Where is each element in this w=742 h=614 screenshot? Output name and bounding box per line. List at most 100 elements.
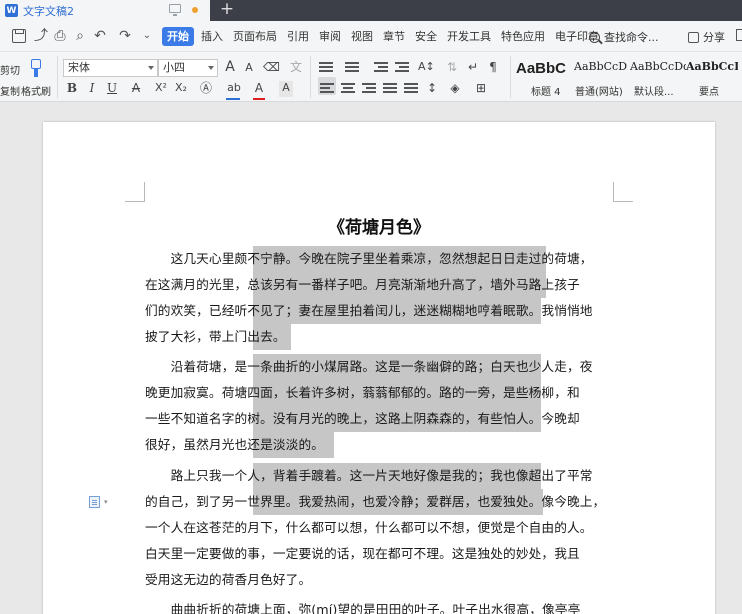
increase-indent-icon[interactable]	[395, 61, 409, 73]
highlight-color-bar	[226, 98, 240, 100]
paragraph-line: 晚更加寂寞。荷塘四面，长着许多树，蓊蓊郁郁的。路的一旁，是些杨柳，和	[145, 385, 580, 400]
share-button[interactable]: 分享	[688, 29, 725, 45]
wps-logo-icon: W	[5, 4, 18, 17]
paragraph-line: 受用这无边的荷香月色好了。	[145, 572, 312, 587]
char-shading-button[interactable]: A	[279, 81, 293, 97]
numbered-list-icon[interactable]	[345, 61, 359, 73]
borders-icon[interactable]: ⊞	[474, 81, 488, 97]
tab-menu-2[interactable]: 页面布局	[228, 27, 282, 46]
style-preview: AaBbCcDd	[630, 60, 686, 73]
paragraph-line: 披了大衫，带上门出去。	[145, 329, 286, 344]
tab-menu-9[interactable]: 特色应用	[496, 27, 550, 46]
align-center-icon[interactable]	[341, 82, 355, 94]
paragraph-line: 们的欢笑，已经听不见了；妻在屋里拍着闰儿，迷迷糊糊地哼着眠歌。我悄悄地	[145, 303, 593, 318]
tab-menu-0[interactable]: 开始	[162, 27, 194, 46]
paragraph-line: 的自己，到了另一世界里。我爱热闹，也爱冷静；爱群居，也爱独处。像今晚上，	[145, 494, 606, 509]
styles-gallery: AaBbC 标题 4 AaBbCcD 普通(网站) AaBbCcDd 默认段..…	[514, 55, 742, 100]
paragraph-line: 曲曲折折的荷塘上面，弥(mí)望的是田田的叶子。叶子出水很高，像亭亭	[145, 602, 581, 614]
document-heading: 《荷塘月色》	[328, 218, 430, 238]
ribbon-separator	[57, 56, 58, 98]
ribbon: 剪切 复制 格式刷 宋体 小四 A A ⌫ 文 B I U A X² X₂ Ⓐ …	[0, 52, 742, 102]
justify-icon[interactable]	[383, 82, 397, 94]
customize-chevron-icon[interactable]: ⌄	[140, 29, 154, 43]
tab-menu-7[interactable]: 安全	[410, 27, 442, 46]
clear-format-icon[interactable]: ⌫	[263, 60, 280, 76]
document-page[interactable]: 《荷塘月色》 ▾ 这几天心里颇不宁静。今晚在院子里坐着乘凉，忽然想起日日走过的荷…	[43, 122, 715, 614]
paragraph-icon[interactable]: ¶	[486, 60, 500, 76]
paragraph-line: 一个人在这苍茫的月下，什么都可以想，什么都可以不想，便觉是个自由的人。	[145, 520, 593, 535]
grow-font-icon[interactable]: A	[223, 60, 237, 76]
more-icon[interactable]	[736, 29, 742, 41]
format-painter-icon[interactable]	[27, 59, 45, 77]
export-icon[interactable]: ⤴	[34, 29, 48, 43]
paragraph-line: 路上只我一个人，背着手踱着。这一片天地好像是我的；我也像超出了平常	[145, 468, 593, 483]
share-icon	[688, 31, 699, 43]
monitor-icon[interactable]	[169, 4, 181, 16]
shrink-font-icon[interactable]: A	[243, 61, 255, 77]
preview-icon[interactable]: ⌕	[73, 29, 87, 43]
search-command-label: 查找命令...	[604, 31, 659, 44]
menu-bar: ⤴ ⎙ ⌕ ↶ ↷ ⌄ 开始 插入 页面布局 引用 审阅 视图 章节 安全 开发工具 特色应用 电子…	[0, 21, 742, 52]
paragraph-line: 在这满月的光里，总该另有一番样子吧。月亮渐渐地升高了，墙外马路上孩子	[145, 277, 580, 292]
style-preview: AaBbCcD	[686, 60, 738, 73]
tab-menu-8[interactable]: 开发工具	[442, 27, 496, 46]
style-label: 要点	[699, 87, 719, 98]
share-label: 分享	[703, 31, 725, 44]
font-size-value: 小四	[163, 61, 185, 74]
phonetic-icon[interactable]: 文	[287, 60, 305, 76]
text-direction-icon[interactable]: A↕	[418, 60, 435, 76]
paragraph-line: 白天里一定要做的事，一定要说的话，现在都可不理。这是独处的妙处，我且	[145, 546, 580, 561]
new-tab-button[interactable]: +	[218, 0, 236, 21]
menu-tabs: 开始 插入 页面布局 引用 审阅 视图 章节 安全 开发工具 特色应用 电子印章	[162, 27, 604, 46]
strikethrough-button[interactable]: A	[130, 81, 142, 97]
search-command[interactable]: 查找命令...	[589, 29, 659, 45]
print-icon[interactable]: ⎙	[53, 29, 67, 43]
bold-button[interactable]: B	[66, 81, 78, 97]
chevron-down-icon	[208, 66, 214, 70]
tab-menu-3[interactable]: 引用	[282, 27, 314, 46]
format-painter-label[interactable]: 格式刷	[21, 83, 51, 98]
copy-button[interactable]: 复制	[0, 83, 20, 98]
paragraph-line: 一些不知道名字的树。没有月光的晚上，这路上阴森森的，有些怕人。今晚却	[145, 411, 580, 426]
line-spacing-icon[interactable]: ↕	[426, 81, 438, 97]
text-effect-button[interactable]: Ⓐ	[198, 81, 214, 97]
tab-menu-6[interactable]: 章节	[378, 27, 410, 46]
style-label: 默认段...	[634, 87, 674, 98]
style-preview: AaBbC	[516, 60, 567, 77]
style-preview: AaBbCcD	[574, 60, 628, 73]
tab-menu-4[interactable]: 审阅	[314, 27, 346, 46]
paragraph-line: 沿着荷塘，是一条曲折的小煤屑路。这是一条幽僻的路；白天也少人走，夜	[145, 359, 593, 374]
paragraph-line: 很好，虽然月光也还是淡淡的。	[145, 437, 325, 452]
cut-button[interactable]: 剪切	[0, 62, 20, 77]
align-right-icon[interactable]	[362, 82, 376, 94]
sort-icon[interactable]: ⇅	[446, 60, 458, 76]
underline-button[interactable]: U	[106, 81, 118, 97]
tab-menu-1[interactable]: 插入	[196, 27, 228, 46]
align-left-icon[interactable]	[320, 82, 334, 94]
chevron-down-icon[interactable]: ▾	[104, 498, 108, 506]
distribute-icon[interactable]	[404, 82, 418, 94]
doc-float-icon[interactable]	[89, 496, 100, 508]
style-key-points[interactable]: AaBbCcD 要点	[684, 55, 740, 99]
shading-icon[interactable]: ◈	[448, 81, 462, 97]
redo-icon[interactable]: ↷	[118, 29, 132, 43]
highlight-button[interactable]: ab	[225, 81, 243, 97]
font-name-select[interactable]: 宋体	[63, 59, 158, 77]
undo-icon[interactable]: ↶	[93, 29, 107, 43]
save-icon[interactable]	[12, 29, 26, 43]
subscript-button[interactable]: X₂	[175, 81, 187, 97]
font-name-value: 宋体	[68, 61, 90, 74]
superscript-button[interactable]: X²	[155, 81, 167, 97]
italic-button[interactable]: I	[86, 81, 98, 97]
style-default-paragraph[interactable]: AaBbCcDd 默认段...	[628, 55, 686, 99]
font-color-bar	[253, 98, 265, 100]
decrease-indent-icon[interactable]	[374, 61, 388, 73]
style-normal-web[interactable]: AaBbCcD 普通(网站)	[574, 55, 628, 99]
show-marks-icon[interactable]: ↵	[466, 60, 480, 76]
font-size-select[interactable]: 小四	[158, 59, 218, 77]
font-color-button[interactable]: A	[253, 81, 265, 97]
paragraph-line: 这几天心里颇不宁静。今晚在院子里坐着乘凉，忽然想起日日走过的荷塘，	[145, 251, 593, 266]
bullet-list-icon[interactable]	[319, 61, 333, 73]
style-heading4[interactable]: AaBbC 标题 4	[516, 55, 574, 99]
tab-menu-5[interactable]: 视图	[346, 27, 378, 46]
